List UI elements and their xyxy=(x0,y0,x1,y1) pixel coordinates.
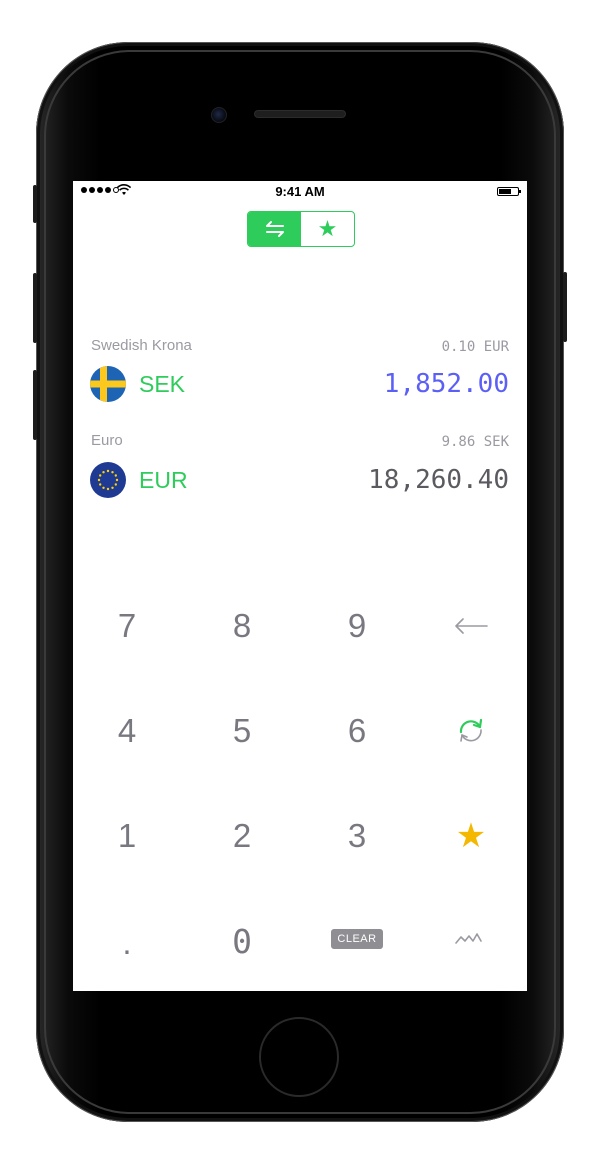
backspace-arrow-icon xyxy=(455,618,488,634)
star-icon: ★ xyxy=(317,216,338,241)
earpiece-speaker xyxy=(254,110,346,118)
mute-switch xyxy=(33,185,37,223)
amount-input[interactable]: 1,852.00 xyxy=(384,369,509,399)
swap-currencies-key[interactable] xyxy=(421,691,521,771)
key-7[interactable]: 7 xyxy=(77,586,177,666)
key-decimal[interactable]: . xyxy=(77,903,177,983)
power-button xyxy=(563,272,567,342)
key-2[interactable]: 2 xyxy=(192,796,292,876)
volume-down-button xyxy=(33,370,37,440)
favorites-mode-tab[interactable]: ★ xyxy=(301,212,354,246)
clear-key[interactable]: CLEAR xyxy=(307,899,407,979)
battery-icon xyxy=(497,187,521,196)
eu-flag-icon xyxy=(90,462,126,498)
chart-key[interactable] xyxy=(421,899,521,979)
swap-arrows-icon xyxy=(265,221,284,237)
converted-amount: 18,260.40 xyxy=(368,465,509,495)
volume-up-button xyxy=(33,273,37,343)
key-6[interactable]: 6 xyxy=(307,691,407,771)
status-bar: 9:41 AM xyxy=(73,181,527,201)
key-0[interactable]: 0 xyxy=(192,901,292,981)
currency-name: Swedish Krona xyxy=(91,337,192,354)
key-3[interactable]: 3 xyxy=(307,796,407,876)
key-1[interactable]: 1 xyxy=(77,796,177,876)
sweden-flag-icon xyxy=(90,366,126,402)
key-4[interactable]: 4 xyxy=(77,691,177,771)
app-screen: 9:41 AM ★ Swedish Krona 0.10 EUR SEK 1,8… xyxy=(73,181,527,991)
exchange-rate: 0.10 EUR xyxy=(441,339,509,355)
favorite-key[interactable]: ★ xyxy=(421,796,521,876)
key-5[interactable]: 5 xyxy=(192,691,292,771)
currency-code: EUR xyxy=(139,467,188,493)
star-icon: ★ xyxy=(455,817,487,855)
currency-name: Euro xyxy=(91,432,123,449)
key-9[interactable]: 9 xyxy=(307,586,407,666)
key-8[interactable]: 8 xyxy=(192,586,292,666)
backspace-key[interactable] xyxy=(421,586,521,666)
exchange-rate: 9.86 SEK xyxy=(441,434,509,450)
refresh-swap-icon xyxy=(459,718,483,742)
chart-line-icon xyxy=(455,933,482,944)
front-camera xyxy=(211,107,227,123)
home-button[interactable] xyxy=(259,1017,339,1097)
clear-label: CLEAR xyxy=(331,929,383,949)
currency-code: SEK xyxy=(139,371,186,397)
status-time: 9:41 AM xyxy=(275,184,325,199)
mode-toggle: ★ xyxy=(247,211,355,247)
convert-mode-tab[interactable] xyxy=(248,212,301,246)
